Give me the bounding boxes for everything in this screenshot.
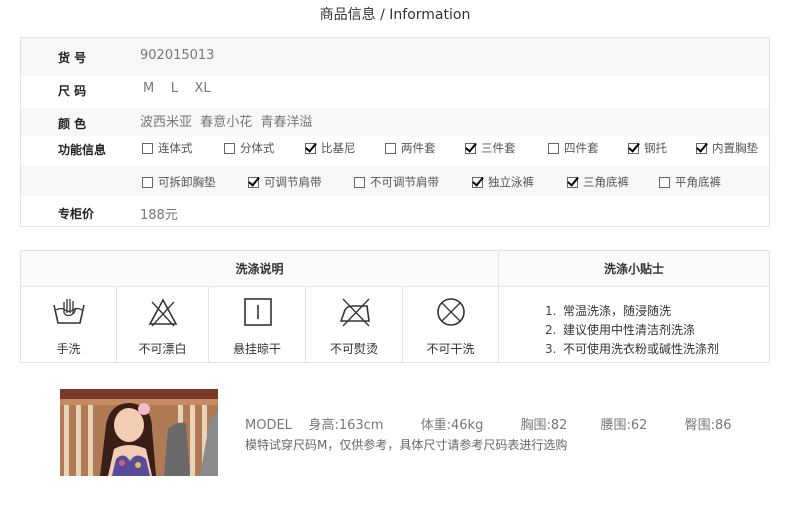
checkbox-icon (142, 142, 153, 154)
color-row: 颜 色 波西米亚 春意小花 青春洋溢 (21, 108, 769, 136)
item-no-value: 902015013 (140, 48, 215, 63)
tip-number: 1. (545, 304, 557, 318)
wash-label: 不可熨烫 (329, 342, 378, 356)
feature-checkbox[interactable]: 不可调节肩带 (354, 174, 439, 190)
no-bleach-icon (148, 298, 178, 327)
color-value: 波西米亚 春意小花 青春洋溢 (140, 115, 313, 130)
price-value: 188元 (140, 208, 178, 223)
checkbox-icon (567, 176, 578, 188)
wash-item-no-dry-clean: 不可干洗 (403, 287, 499, 362)
feature-label: 钢托 (644, 141, 667, 155)
checkbox-icon (142, 176, 153, 188)
item-no-row: 货 号 902015013 (21, 38, 769, 76)
hang-dry-icon (244, 298, 272, 326)
product-info-table: 货 号 902015013 尺 码 M L XL 颜 色 波西米亚 春意小花 青… (20, 37, 770, 227)
feature-checkbox[interactable]: 内置胸垫 (696, 140, 758, 156)
checkbox-icon (465, 142, 476, 154)
model-measurements: MODEL 身高:163cm 体重:46kg 胸围:82 腰围:62 臀围:86 (245, 418, 732, 433)
feature-checkbox[interactable]: 独立泳裤 (472, 174, 534, 190)
checkbox-icon (354, 176, 365, 188)
wash-item-no-bleach: 不可漂白 (117, 287, 209, 362)
feature-checkbox[interactable]: 可拆卸胸垫 (142, 174, 216, 190)
item-no-label: 货 号 (58, 51, 87, 65)
wash-label: 手洗 (56, 342, 81, 356)
feature-label: 独立泳裤 (488, 175, 534, 189)
washing-header: 洗涤说明 洗涤小贴士 (21, 251, 769, 287)
checkbox-icon (224, 142, 235, 154)
feature-checkbox[interactable]: 比基尼 (305, 140, 356, 156)
model-photo-image (60, 389, 218, 476)
size-row: 尺 码 M L XL (21, 76, 769, 108)
tip-number: 2. (545, 323, 557, 337)
feature-checkbox[interactable]: 连体式 (142, 140, 193, 156)
feature-checkbox[interactable]: 三角底裤 (567, 174, 629, 190)
feature-checkbox[interactable]: 分体式 (224, 140, 275, 156)
washing-section: 洗涤说明 洗涤小贴士 手洗 不可漂白 悬挂晾干 不可熨烫 不可干洗 1. 常温洗… (20, 250, 770, 363)
function-label: 功能信息 (58, 143, 107, 157)
feature-label: 连体式 (158, 141, 193, 155)
hand-wash-icon (53, 299, 85, 324)
checkbox-icon (696, 142, 707, 154)
checkbox-icon (548, 142, 559, 154)
tip-text: 常温洗涤，随浸随洗 (563, 304, 672, 318)
size-value: M L XL (143, 81, 211, 96)
checkbox-icon (659, 176, 670, 188)
feature-checkbox[interactable]: 钢托 (628, 140, 667, 156)
checkbox-icon (305, 142, 316, 154)
feature-checkbox[interactable]: 可调节肩带 (248, 174, 322, 190)
page-title: 商品信息 / Information (319, 7, 471, 23)
price-row: 专柜价 188元 (21, 196, 769, 226)
checkbox-icon (248, 176, 259, 188)
tip-item: 1. 常温洗涤，随浸随洗 (545, 302, 719, 321)
tip-number: 3. (545, 342, 557, 356)
model-note: 模特试穿尺码M，仅供参考，具体尺寸请参考尺码表进行选购 (245, 438, 568, 452)
function-row-2: 可拆卸胸垫 可调节肩带 不可调节肩带 独立泳裤 三角底裤 平角底裤 (21, 166, 769, 196)
feature-checkbox[interactable]: 四件套 (548, 140, 599, 156)
washing-tips-heading: 洗涤小贴士 (603, 262, 664, 276)
wash-item-no-iron: 不可熨烫 (306, 287, 403, 362)
washing-tips-list: 1. 常温洗涤，随浸随洗 2. 建议使用中性清洁剂洗涤 3. 不可使用洗衣粉或碱性洗涤… (545, 302, 719, 359)
feature-checkbox[interactable]: 平角底裤 (659, 174, 721, 190)
feature-label: 可调节肩带 (264, 175, 322, 189)
function-row-1: 功能信息 连体式 分体式 比基尼 两件套 三件套 四件套 钢托 内置胸垫 (21, 136, 769, 166)
wash-label: 不可干洗 (426, 342, 475, 356)
model-photo (60, 389, 218, 476)
checkbox-icon (628, 142, 639, 154)
tip-text: 不可使用洗衣粉或碱性洗涤剂 (563, 342, 720, 356)
feature-label: 分体式 (240, 141, 275, 155)
feature-label: 内置胸垫 (712, 141, 758, 155)
feature-label: 比基尼 (321, 141, 356, 155)
feature-label: 两件套 (401, 141, 436, 155)
tip-item: 3. 不可使用洗衣粉或碱性洗涤剂 (545, 340, 719, 359)
feature-label: 四件套 (564, 141, 599, 155)
wash-label: 不可漂白 (138, 342, 187, 356)
wash-item-hang-dry: 悬挂晾干 (209, 287, 306, 362)
washing-heading: 洗涤说明 (21, 251, 499, 287)
feature-label: 三角底裤 (583, 175, 629, 189)
feature-label: 平角底裤 (675, 175, 721, 189)
feature-label: 可拆卸胸垫 (158, 175, 216, 189)
wash-item-hand-wash: 手洗 (21, 287, 117, 362)
tip-item: 2. 建议使用中性清洁剂洗涤 (545, 321, 719, 340)
feature-label: 不可调节肩带 (370, 175, 439, 189)
feature-label: 三件套 (481, 141, 516, 155)
feature-checkbox[interactable]: 三件套 (465, 140, 516, 156)
no-dry-clean-icon (437, 298, 465, 326)
color-label: 颜 色 (58, 117, 87, 131)
no-iron-icon (339, 298, 370, 327)
wash-label: 悬挂晾干 (232, 342, 281, 356)
size-label: 尺 码 (58, 84, 87, 98)
checkbox-icon (472, 176, 483, 188)
checkbox-icon (385, 142, 396, 154)
tip-text: 建议使用中性清洁剂洗涤 (563, 323, 696, 337)
feature-checkbox[interactable]: 两件套 (385, 140, 436, 156)
price-label: 专柜价 (58, 207, 95, 221)
